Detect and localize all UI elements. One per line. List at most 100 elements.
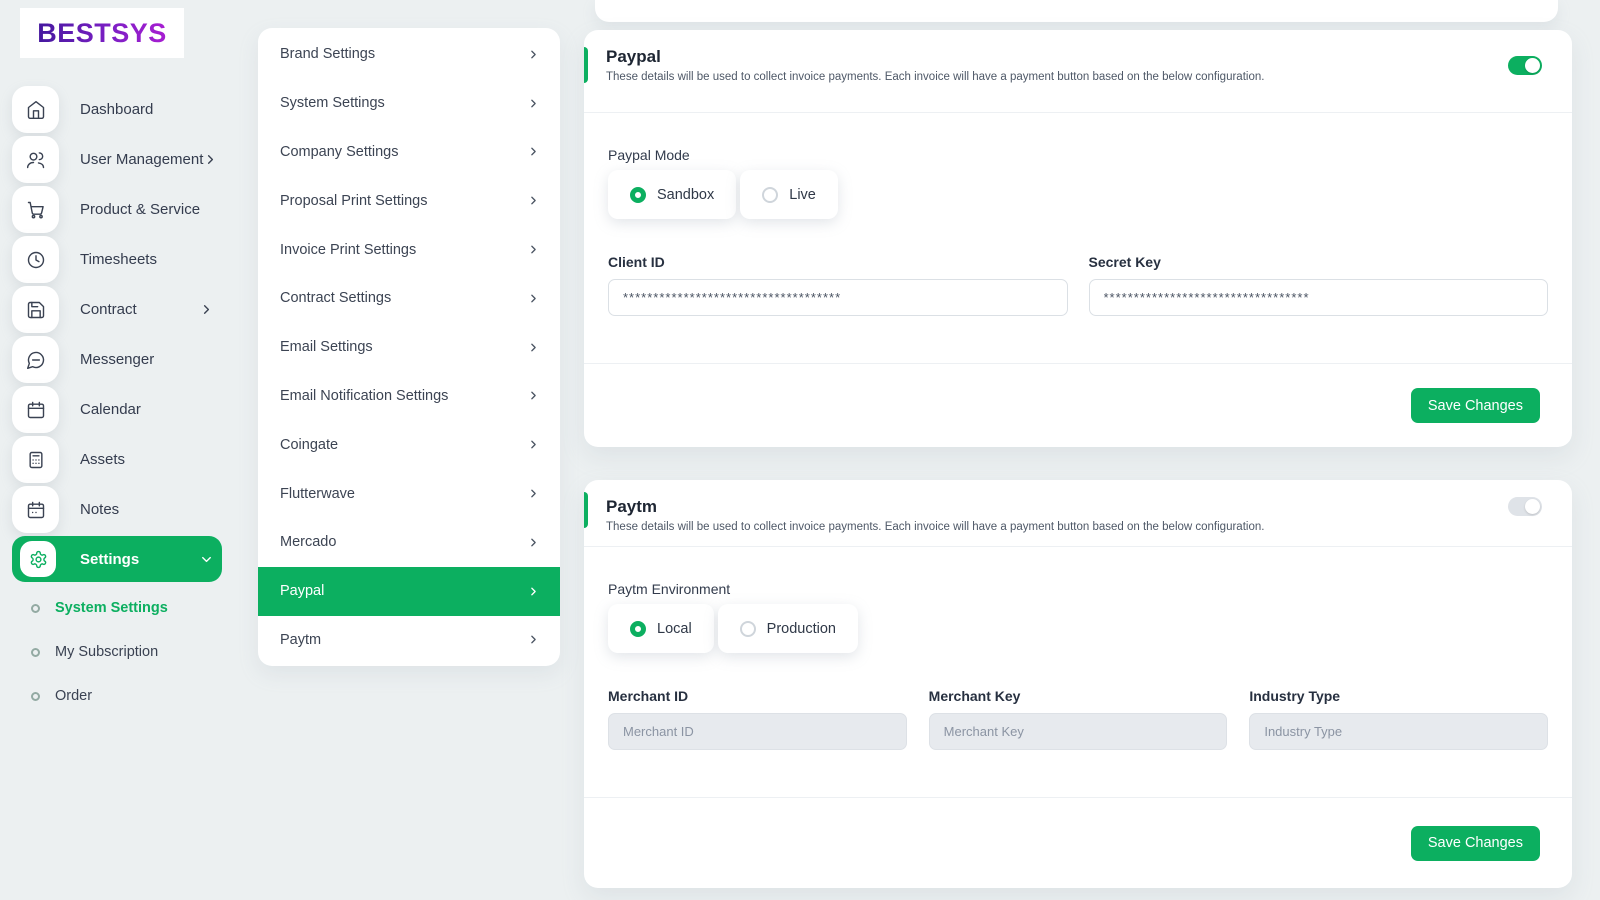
industry-type-input[interactable] [1249, 713, 1548, 750]
sidebar-item-dashboard[interactable]: Dashboard [12, 86, 222, 133]
paypal-mode-live-radio[interactable]: Live [740, 170, 838, 219]
settings-menu-item-mercado[interactable]: Mercado [258, 518, 560, 567]
paypal-mode-options: Sandbox Live [608, 170, 1548, 219]
sidebar-item-calendar[interactable]: Calendar [12, 386, 222, 433]
settings-menu-item-paypal[interactable]: Paypal [258, 567, 560, 616]
contract-icon [12, 286, 59, 333]
settings-menu-item-brand-settings[interactable]: Brand Settings [258, 30, 560, 79]
paytm-card-footer: Save Changes [584, 797, 1572, 888]
sidebar-item-product-service[interactable]: Product & Service [12, 186, 222, 233]
sidebar-item-label: Product & Service [80, 201, 200, 218]
chevron-right-icon [527, 48, 540, 61]
sidebar-item-label: Messenger [80, 351, 154, 368]
paytm-card-description: These details will be used to collect in… [606, 521, 1482, 533]
industry-type-field-group: Industry Type [1249, 688, 1548, 750]
subnav-item-system-settings[interactable]: System Settings [31, 586, 168, 630]
sidebar-item-label: Assets [80, 451, 125, 468]
radio-label: Production [767, 621, 836, 637]
toggle-knob [1525, 499, 1540, 514]
merchant-id-input[interactable] [608, 713, 907, 750]
bullet-icon [31, 604, 40, 613]
paypal-card-body: Paypal Mode Sandbox Live Client ID Secre… [584, 147, 1572, 316]
secret-key-input[interactable] [1089, 279, 1549, 316]
subnav-item-my-subscription[interactable]: My Subscription [31, 630, 168, 674]
sidebar-item-label: Notes [80, 501, 119, 518]
chevron-right-icon [527, 438, 540, 451]
sidebar-item-messenger[interactable]: Messenger [12, 336, 222, 383]
logo-text: BESTSYS [37, 18, 167, 49]
secret-key-label: Secret Key [1089, 254, 1549, 270]
main-content: Paypal These details will be used to col… [584, 0, 1572, 900]
paypal-enabled-toggle[interactable] [1508, 56, 1542, 75]
settings-menu-item-contract-settings[interactable]: Contract Settings [258, 274, 560, 323]
industry-type-label: Industry Type [1249, 688, 1548, 704]
paypal-card-title: Paypal [606, 47, 1482, 67]
secret-key-field-group: Secret Key [1089, 254, 1549, 316]
previous-card-partial [595, 0, 1558, 22]
chevron-right-icon [199, 302, 214, 317]
paytm-enabled-toggle[interactable] [1508, 497, 1542, 516]
chevron-right-icon [527, 341, 540, 354]
accent-bar [584, 47, 588, 83]
settings-menu-item-system-settings[interactable]: System Settings [258, 79, 560, 128]
client-id-field-group: Client ID [608, 254, 1068, 316]
merchant-id-label: Merchant ID [608, 688, 907, 704]
gear-icon [20, 541, 56, 577]
sidebar-item-timesheets[interactable]: Timesheets [12, 236, 222, 283]
subnav-item-order[interactable]: Order [31, 674, 168, 718]
logo[interactable]: BESTSYS [20, 8, 184, 58]
chevron-right-icon [527, 487, 540, 500]
sidebar-item-contract[interactable]: Contract [12, 286, 222, 333]
sidebar-item-label: User Management [80, 151, 203, 168]
settings-menu-item-email-notification-settings[interactable]: Email Notification Settings [258, 372, 560, 421]
paypal-card-header: Paypal These details will be used to col… [584, 30, 1572, 113]
paytm-env-local-radio[interactable]: Local [608, 604, 714, 653]
settings-menu-item-flutterwave[interactable]: Flutterwave [258, 469, 560, 518]
paytm-save-changes-button[interactable]: Save Changes [1411, 826, 1540, 861]
settings-menu-item-proposal-print-settings[interactable]: Proposal Print Settings [258, 176, 560, 225]
paypal-mode-label: Paypal Mode [608, 147, 1548, 163]
merchant-key-label: Merchant Key [929, 688, 1228, 704]
paytm-environment-options: Local Production [608, 604, 1548, 653]
sidebar-item-settings[interactable]: Settings [12, 536, 222, 582]
paytm-env-production-radio[interactable]: Production [718, 604, 858, 653]
paypal-mode-sandbox-radio[interactable]: Sandbox [608, 170, 736, 219]
settings-menu-item-paytm[interactable]: Paytm [258, 616, 560, 665]
sidebar-nav: Dashboard User Management Product & Serv… [12, 86, 222, 582]
toggle-knob [1525, 58, 1540, 73]
settings-menu-item-email-settings[interactable]: Email Settings [258, 323, 560, 372]
sidebar-item-label: Timesheets [80, 251, 157, 268]
radio-label: Live [789, 187, 816, 203]
sidebar-item-assets[interactable]: Assets [12, 436, 222, 483]
paytm-fields: Merchant ID Merchant Key Industry Type [608, 688, 1548, 750]
chat-icon [12, 336, 59, 383]
subnav-item-label: My Subscription [55, 644, 158, 660]
chevron-right-icon [527, 97, 540, 110]
chevron-right-icon [203, 152, 218, 167]
radio-selected-icon [630, 621, 646, 637]
chevron-right-icon [527, 145, 540, 158]
paypal-card: Paypal These details will be used to col… [584, 30, 1572, 447]
radio-label: Sandbox [657, 187, 714, 203]
settings-menu-item-company-settings[interactable]: Company Settings [258, 128, 560, 177]
calendar-icon [12, 386, 59, 433]
notes-icon [12, 486, 59, 533]
radio-selected-icon [630, 187, 646, 203]
radio-label: Local [657, 621, 692, 637]
sidebar-item-notes[interactable]: Notes [12, 486, 222, 533]
subnav-item-label: Order [55, 688, 92, 704]
settings-menu-item-invoice-print-settings[interactable]: Invoice Print Settings [258, 225, 560, 274]
merchant-key-field-group: Merchant Key [929, 688, 1228, 750]
paypal-card-description: These details will be used to collect in… [606, 71, 1482, 83]
settings-menu-item-coingate[interactable]: Coingate [258, 420, 560, 469]
subnav-item-label: System Settings [55, 600, 168, 616]
sidebar-item-label: Settings [80, 551, 139, 568]
sidebar-item-user-management[interactable]: User Management [12, 136, 222, 183]
bullet-icon [31, 648, 40, 657]
chevron-right-icon [527, 243, 540, 256]
settings-menu-panel: Brand Settings System Settings Company S… [258, 28, 560, 666]
merchant-key-input[interactable] [929, 713, 1228, 750]
client-id-input[interactable] [608, 279, 1068, 316]
paypal-save-changes-button[interactable]: Save Changes [1411, 388, 1540, 423]
radio-unselected-icon [740, 621, 756, 637]
